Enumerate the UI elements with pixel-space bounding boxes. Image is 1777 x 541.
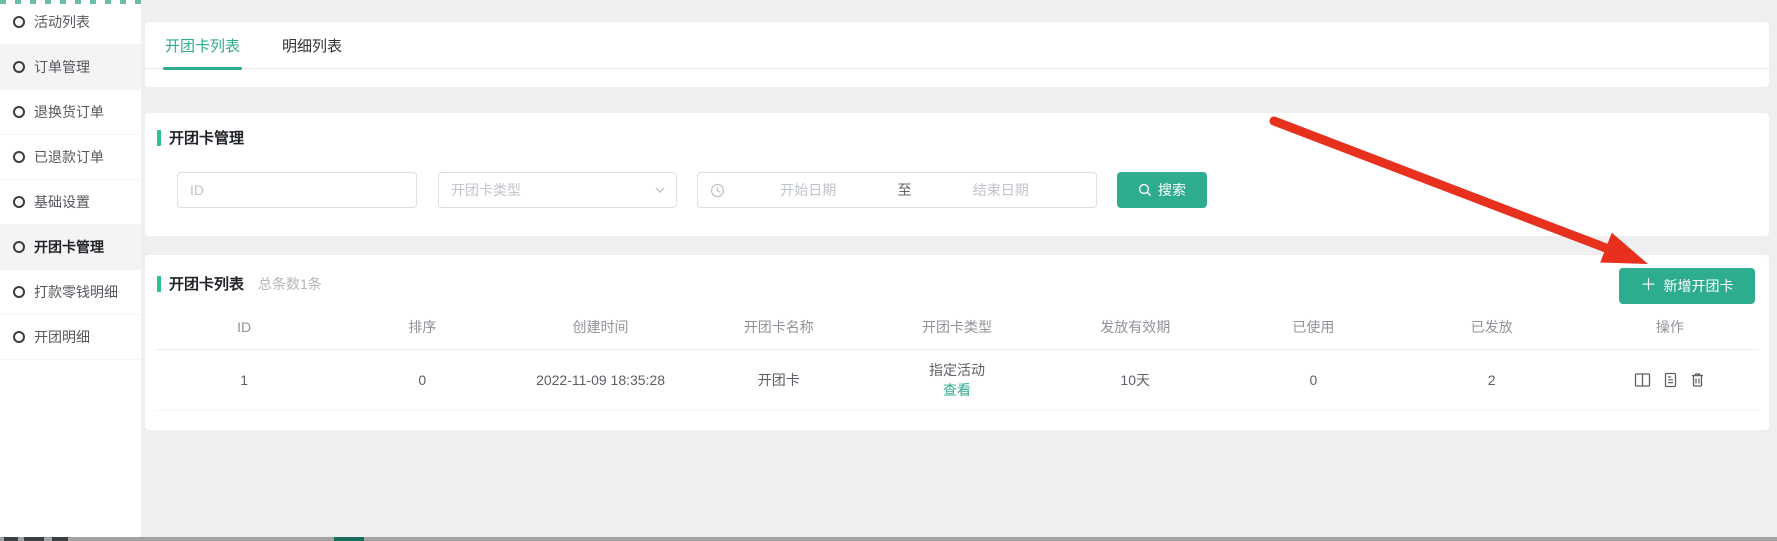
list-panel: 开团卡列表 总条数1条 ＋ 新增开团卡 ID 排序 创建时间 开团卡名称 开团卡… bbox=[145, 255, 1769, 430]
cell-validity: 10天 bbox=[1046, 370, 1224, 390]
sidebar-item-return-orders[interactable]: 退换货订单 bbox=[0, 90, 141, 135]
col-header-used: 已使用 bbox=[1224, 317, 1402, 337]
sidebar-item-label: 退换货订单 bbox=[34, 102, 104, 122]
sidebar-item-activity-list[interactable]: 活动列表 bbox=[0, 0, 141, 45]
col-header-sort: 排序 bbox=[333, 317, 511, 337]
sidebar-item-payment-details[interactable]: 打款零钱明细 bbox=[0, 270, 141, 315]
add-group-card-button[interactable]: ＋ 新增开团卡 bbox=[1619, 268, 1755, 304]
sidebar: 活动列表 订单管理 退换货订单 已退款订单 基础设置 开团卡管理 打款零钱明细 … bbox=[0, 0, 141, 537]
col-header-validity: 发放有效期 bbox=[1046, 317, 1224, 337]
tab-group-card-list[interactable]: 开团卡列表 bbox=[165, 35, 240, 68]
col-header-id: ID bbox=[155, 319, 333, 335]
chevron-down-icon bbox=[654, 184, 666, 196]
table-header-row: ID 排序 创建时间 开团卡名称 开团卡类型 发放有效期 已使用 已发放 操作 bbox=[155, 304, 1759, 350]
start-date-placeholder: 开始日期 bbox=[725, 180, 892, 200]
sidebar-item-order-management[interactable]: 订单管理 bbox=[0, 45, 141, 90]
sidebar-item-basic-settings[interactable]: 基础设置 bbox=[0, 180, 141, 225]
cell-type: 指定活动 查看 bbox=[868, 360, 1046, 400]
accent-bar bbox=[157, 130, 161, 146]
sidebar-item-label: 开团明细 bbox=[34, 327, 90, 347]
tabs-card: 开团卡列表 明细列表 bbox=[145, 22, 1769, 87]
clock-icon bbox=[710, 183, 725, 198]
cell-actions bbox=[1581, 372, 1759, 388]
filter-panel: 开团卡管理 开团卡类型 开始日期 至 结束日期 搜索 bbox=[145, 113, 1769, 236]
sidebar-item-label: 开团卡管理 bbox=[34, 237, 104, 257]
sidebar-item-group-details[interactable]: 开团明细 bbox=[0, 315, 141, 360]
taskbar-fragment bbox=[52, 537, 68, 541]
card-type-select-placeholder: 开团卡类型 bbox=[451, 180, 654, 200]
search-button-label: 搜索 bbox=[1158, 180, 1186, 200]
search-button[interactable]: 搜索 bbox=[1117, 172, 1207, 208]
taskbar-fragment bbox=[4, 537, 18, 541]
sidebar-item-label: 打款零钱明细 bbox=[34, 282, 118, 302]
sidebar-item-group-card-management[interactable]: 开团卡管理 bbox=[0, 225, 141, 270]
cell-issued: 2 bbox=[1403, 372, 1581, 388]
date-range-picker[interactable]: 开始日期 至 结束日期 bbox=[697, 172, 1097, 208]
col-header-type: 开团卡类型 bbox=[868, 317, 1046, 337]
cell-type-text: 指定活动 bbox=[868, 360, 1046, 380]
col-header-issued: 已发放 bbox=[1403, 317, 1581, 337]
cell-sort: 0 bbox=[333, 372, 511, 388]
filter-row: 开团卡类型 开始日期 至 结束日期 搜索 bbox=[177, 172, 1207, 208]
list-panel-title: 开团卡列表 总条数1条 bbox=[145, 255, 1769, 294]
window-bottom-edge bbox=[0, 537, 1777, 541]
trash-icon[interactable] bbox=[1690, 372, 1705, 388]
radio-icon bbox=[13, 241, 25, 253]
col-header-created-at: 创建时间 bbox=[511, 317, 689, 337]
cell-name: 开团卡 bbox=[690, 370, 868, 390]
view-link[interactable]: 查看 bbox=[868, 380, 1046, 400]
window-edge-fragment bbox=[0, 0, 141, 4]
col-header-actions: 操作 bbox=[1581, 317, 1759, 337]
sidebar-item-label: 已退款订单 bbox=[34, 147, 104, 167]
card-type-select[interactable]: 开团卡类型 bbox=[438, 172, 677, 208]
accent-bar bbox=[157, 276, 161, 292]
tab-bar: 开团卡列表 明细列表 bbox=[145, 22, 1769, 69]
radio-icon bbox=[13, 61, 25, 73]
sidebar-item-label: 活动列表 bbox=[34, 12, 90, 32]
document-icon[interactable] bbox=[1663, 372, 1678, 388]
radio-icon bbox=[13, 196, 25, 208]
col-header-name: 开团卡名称 bbox=[690, 317, 868, 337]
radio-icon bbox=[13, 151, 25, 163]
table-row: 1 0 2022-11-09 18:35:28 开团卡 指定活动 查看 10天 … bbox=[155, 350, 1759, 411]
filter-panel-title-text: 开团卡管理 bbox=[169, 127, 244, 148]
radio-icon bbox=[13, 286, 25, 298]
list-panel-title-text: 开团卡列表 bbox=[169, 273, 244, 294]
add-group-card-button-label: 新增开团卡 bbox=[1664, 276, 1734, 296]
search-icon bbox=[1138, 183, 1152, 197]
end-date-placeholder: 结束日期 bbox=[918, 180, 1085, 200]
taskbar-fragment bbox=[24, 537, 44, 541]
radio-icon bbox=[13, 331, 25, 343]
cell-used: 0 bbox=[1224, 372, 1402, 388]
sidebar-item-label: 订单管理 bbox=[34, 57, 90, 77]
total-count-text: 总条数1条 bbox=[258, 274, 322, 294]
filter-panel-title: 开团卡管理 bbox=[145, 113, 1769, 148]
sidebar-item-label: 基础设置 bbox=[34, 192, 90, 212]
date-separator: 至 bbox=[892, 180, 918, 200]
plus-icon: ＋ bbox=[1640, 278, 1656, 294]
cell-created-at: 2022-11-09 18:35:28 bbox=[511, 372, 689, 388]
tab-detail-list[interactable]: 明细列表 bbox=[282, 35, 342, 68]
taskbar-fragment bbox=[334, 537, 364, 541]
radio-icon bbox=[13, 16, 25, 28]
sidebar-item-refunded-orders[interactable]: 已退款订单 bbox=[0, 135, 141, 180]
group-card-table: ID 排序 创建时间 开团卡名称 开团卡类型 发放有效期 已使用 已发放 操作 … bbox=[155, 304, 1759, 411]
radio-icon bbox=[13, 106, 25, 118]
view-card-icon[interactable] bbox=[1634, 372, 1651, 388]
cell-id: 1 bbox=[155, 372, 333, 388]
id-input[interactable] bbox=[177, 172, 417, 208]
